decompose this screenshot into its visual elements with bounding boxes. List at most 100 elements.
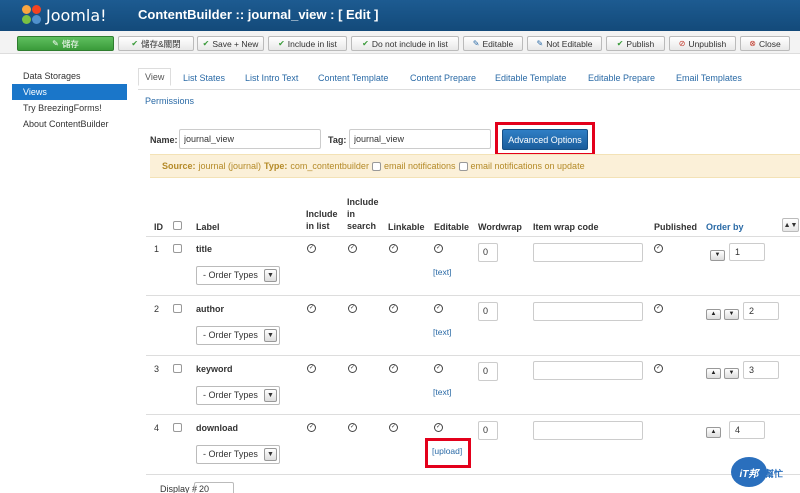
order-input[interactable]: 2 — [743, 302, 779, 320]
page-title: ContentBuilder :: journal_view : [ Edit … — [138, 7, 379, 22]
display-count-select[interactable]: 20 — [194, 482, 234, 493]
unpublish-button[interactable]: ⊘ Unpublish — [669, 36, 736, 51]
tag-label: Tag: — [328, 135, 347, 145]
published-status-icon[interactable]: ✓ — [654, 364, 663, 373]
tab-list-states[interactable]: List States — [183, 73, 225, 83]
include-search-status-icon[interactable]: ✓ — [348, 423, 357, 432]
row-checkbox[interactable] — [173, 364, 182, 373]
header-divider — [146, 236, 800, 237]
save-close-button[interactable]: ✔ 儲存&關閉 — [118, 36, 194, 51]
linkable-status-icon[interactable]: ✓ — [389, 364, 398, 373]
ithome-logo-icon: iT邦 — [731, 457, 767, 487]
move-up-icon[interactable]: ▲ — [706, 368, 721, 379]
name-input[interactable] — [179, 129, 321, 149]
top-bar: Joomla! ContentBuilder :: journal_view :… — [0, 0, 800, 31]
item-wrap-input[interactable] — [533, 361, 643, 380]
publish-button[interactable]: ✔ Publish — [606, 36, 665, 51]
include-list-status-icon[interactable]: ✓ — [307, 304, 316, 313]
wordwrap-input[interactable]: 0 — [478, 243, 498, 262]
row-checkbox[interactable] — [173, 244, 182, 253]
move-down-icon[interactable]: ▼ — [724, 309, 739, 320]
edit-type-link[interactable]: [upload] — [432, 446, 462, 456]
published-status-icon[interactable]: ✓ — [654, 244, 663, 253]
tab-content-template[interactable]: Content Template — [318, 73, 388, 83]
include-in-list-button[interactable]: ✔ Include in list — [268, 36, 347, 51]
source-label: Source: — [162, 161, 196, 171]
order-input[interactable]: 4 — [729, 421, 765, 439]
edit-type-link[interactable]: [text] — [433, 267, 451, 277]
ithome-watermark: iT邦 幫忙 — [731, 457, 795, 489]
published-status-icon[interactable]: ✓ — [654, 304, 663, 313]
include-list-status-icon[interactable]: ✓ — [307, 423, 316, 432]
move-up-icon[interactable]: ▲ — [706, 427, 721, 438]
tab-editable-template[interactable]: Editable Template — [495, 73, 566, 83]
sidebar-item-data-storages[interactable]: Data Storages — [12, 68, 127, 84]
email-notifications-update-checkbox[interactable] — [458, 161, 468, 171]
sidebar-item-views[interactable]: Views — [12, 84, 127, 100]
tab-email-templates[interactable]: Email Templates — [676, 73, 742, 83]
row-checkbox[interactable] — [173, 423, 182, 432]
joomla-logo[interactable]: Joomla! — [22, 5, 107, 25]
not-editable-button[interactable]: ✎ Not Editable — [527, 36, 602, 51]
col-include-search-1: Include — [347, 197, 379, 207]
editable-status-icon[interactable]: ✓ — [434, 304, 443, 313]
item-wrap-input[interactable] — [533, 302, 643, 321]
save-new-button[interactable]: ✔ Save + New — [197, 36, 264, 51]
include-search-status-icon[interactable]: ✓ — [348, 364, 357, 373]
row-label: title — [196, 244, 213, 254]
move-down-icon[interactable]: ▼ — [724, 368, 739, 379]
order-input[interactable]: 3 — [743, 361, 779, 379]
order-types-select[interactable]: - Order Types ▼ — [196, 445, 280, 464]
close-icon: ⊗ — [749, 39, 756, 48]
edit-type-link[interactable]: [text] — [433, 387, 451, 397]
col-order-by[interactable]: Order by — [706, 221, 744, 233]
tag-input[interactable] — [349, 129, 491, 149]
edit-icon: ✎ — [536, 39, 544, 48]
email-notifications-checkbox[interactable] — [371, 161, 381, 171]
tab-view[interactable]: View — [138, 68, 172, 86]
advanced-options-button[interactable]: Advanced Options — [502, 129, 588, 150]
include-list-status-icon[interactable]: ✓ — [307, 364, 316, 373]
item-wrap-input[interactable] — [533, 421, 643, 440]
include-search-status-icon[interactable]: ✓ — [348, 244, 357, 253]
source-info-bar: Source: journal (journal) Type: com_cont… — [150, 154, 800, 178]
tab-editable-prepare[interactable]: Editable Prepare — [588, 73, 655, 83]
sort-order-icon[interactable]: ▲▼ — [782, 218, 799, 232]
editable-status-icon[interactable]: ✓ — [434, 364, 443, 373]
unpublish-icon: ⊘ — [678, 39, 686, 48]
select-all-checkbox[interactable] — [173, 221, 182, 230]
move-down-icon[interactable]: ▼ — [710, 250, 725, 261]
include-list-status-icon[interactable]: ✓ — [307, 244, 316, 253]
email-notifications-update-label: email notifications on update — [470, 161, 585, 171]
move-up-icon[interactable]: ▲ — [706, 309, 721, 320]
editable-status-icon[interactable]: ✓ — [434, 423, 443, 432]
save-button[interactable]: ✎ 儲存 — [17, 36, 114, 51]
wordwrap-input[interactable]: 0 — [478, 302, 498, 321]
linkable-status-icon[interactable]: ✓ — [389, 244, 398, 253]
wordwrap-input[interactable]: 0 — [478, 362, 498, 381]
linkable-status-icon[interactable]: ✓ — [389, 304, 398, 313]
col-editable: Editable — [434, 222, 470, 232]
tab-permissions[interactable]: Permissions — [145, 96, 194, 106]
close-button[interactable]: ⊗ Close — [740, 36, 790, 51]
tab-content-prepare[interactable]: Content Prepare — [410, 73, 476, 83]
wordwrap-input[interactable]: 0 — [478, 421, 498, 440]
item-wrap-input[interactable] — [533, 243, 643, 262]
editable-button[interactable]: ✎ Editable — [463, 36, 523, 51]
order-types-select[interactable]: - Order Types ▼ — [196, 266, 280, 285]
tab-list-intro-text[interactable]: List Intro Text — [245, 73, 298, 83]
edit-type-link[interactable]: [text] — [433, 327, 451, 337]
order-types-select[interactable]: - Order Types ▼ — [196, 326, 280, 345]
chevron-down-icon: ▼ — [264, 269, 277, 282]
include-search-status-icon[interactable]: ✓ — [348, 304, 357, 313]
not-include-in-list-button[interactable]: ✔ Do not include in list — [351, 36, 459, 51]
row-checkbox[interactable] — [173, 304, 182, 313]
col-item-wrap-code: Item wrap code — [533, 222, 599, 232]
sidebar-item-about-contentbuilder[interactable]: About ContentBuilder — [12, 116, 127, 132]
col-label: Label — [196, 222, 220, 232]
sidebar-item-try-breezingforms[interactable]: Try BreezingForms! — [12, 100, 127, 116]
editable-status-icon[interactable]: ✓ — [434, 244, 443, 253]
order-types-select[interactable]: - Order Types ▼ — [196, 386, 280, 405]
linkable-status-icon[interactable]: ✓ — [389, 423, 398, 432]
order-input[interactable]: 1 — [729, 243, 765, 261]
